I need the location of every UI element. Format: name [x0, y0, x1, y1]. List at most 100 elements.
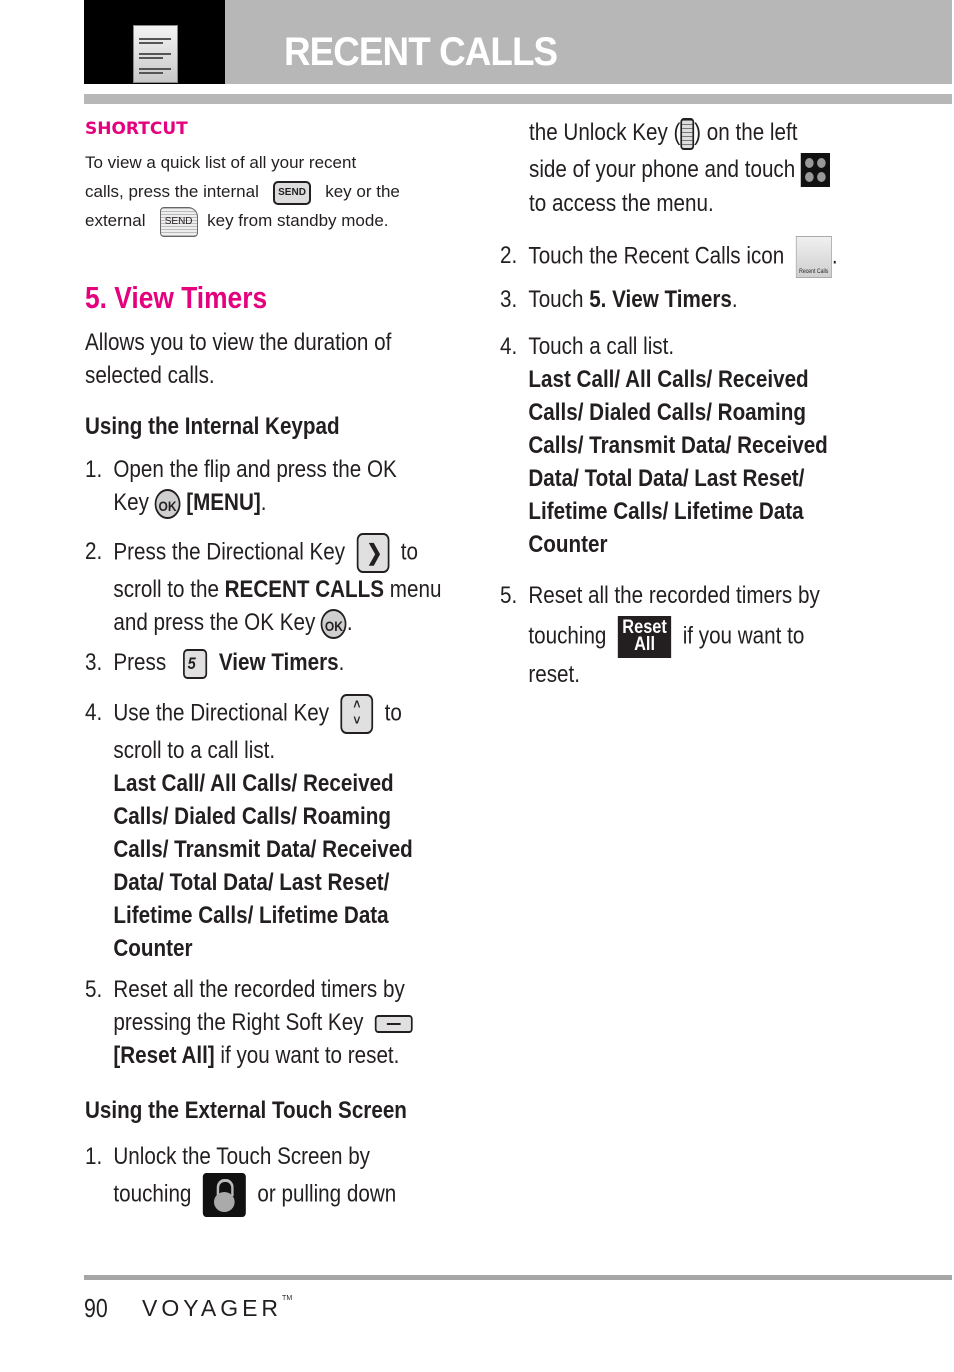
- external-step-3: 3. Touch 5. View Timers.: [500, 283, 738, 316]
- call-list-options: Lifetime Calls/ Lifetime Data: [528, 498, 804, 525]
- internal-step-5: 5. Reset all the recorded timers by press…: [85, 973, 413, 1072]
- text: scroll to the: [113, 576, 219, 603]
- step-number: 4.: [500, 333, 518, 360]
- step-number: 3.: [85, 649, 103, 676]
- brand-name: VOYAGER: [142, 1295, 283, 1321]
- text: side of your phone and touch: [529, 155, 796, 183]
- text: touching: [113, 1180, 192, 1208]
- call-list-options: Last Call/ All Calls/ Received: [113, 770, 394, 797]
- footer-divider: [84, 1275, 952, 1280]
- text: or pulling down: [257, 1180, 397, 1208]
- text: calls, press the internal: [85, 182, 259, 201]
- text: menu: [389, 576, 442, 603]
- page-title: RECENT CALLS: [284, 30, 558, 74]
- external-step-2: 2. Touch the Recent Calls icon Recent Cal…: [500, 236, 838, 278]
- text: .: [338, 649, 345, 676]
- text: Touch a call list.: [528, 333, 675, 360]
- external-step-1-part2: the Unlock Key ( ) on the left side of yo…: [529, 116, 831, 220]
- text: key or the: [325, 182, 400, 201]
- text: Key: [113, 489, 149, 516]
- step-number: 4.: [85, 699, 103, 727]
- internal-keypad-heading: Using the Internal Keypad: [85, 413, 340, 440]
- internal-send-key-icon: SEND: [273, 180, 312, 205]
- internal-step-4: 4. Use the Directional Key ˄ ˅ to scroll t…: [85, 694, 413, 965]
- call-list-options: Calls/ Dialed Calls/ Roaming: [113, 803, 391, 830]
- page-number: 90: [84, 1293, 108, 1323]
- text: pressing the Right Soft Key: [113, 1009, 364, 1036]
- text: Open the flip and press the OK: [113, 456, 397, 483]
- call-list-options: Calls/ Transmit Data/ Received: [113, 836, 413, 863]
- call-list-options: Calls/ Transmit Data/ Received: [528, 432, 828, 459]
- text: Press: [113, 649, 167, 676]
- call-list-options: Data/ Total Data/ Last Reset/: [528, 465, 805, 492]
- recent-calls-icon: Recent Calls: [795, 236, 832, 278]
- text: if you want to reset.: [220, 1042, 400, 1069]
- text: to: [384, 699, 402, 727]
- menu-label: View Timers: [218, 649, 339, 676]
- external-touch-heading: Using the External Touch Screen: [85, 1097, 407, 1124]
- header-divider: [84, 94, 952, 104]
- step-number: 1.: [85, 456, 103, 483]
- internal-step-1: 1. Open the flip and press the OK Key OK …: [85, 453, 397, 519]
- internal-step-2: 2. Press the Directional Key ❯ to scroll …: [85, 533, 441, 639]
- lock-icon: [202, 1173, 246, 1217]
- text: external: [85, 211, 146, 230]
- external-step-5: 5. Reset all the recorded timers by touch…: [500, 579, 820, 691]
- text: Reset all the recorded timers by: [113, 976, 405, 1003]
- text: scroll to a call list.: [113, 737, 276, 764]
- call-list-options: Data/ Total Data/ Last Reset/: [113, 869, 390, 896]
- trademark: TM: [282, 1295, 293, 1302]
- directional-key-updown-icon: ˄ ˅: [340, 694, 374, 734]
- step-number: 2.: [85, 538, 103, 566]
- step-number: 5.: [85, 976, 103, 1003]
- shortcut-text: To view a quick list of all your recent …: [85, 148, 455, 237]
- text: to access the menu.: [529, 190, 714, 218]
- text: Touch the Recent Calls icon: [528, 242, 785, 270]
- call-list-options: Last Call/ All Calls/ Received: [528, 366, 809, 393]
- text: touching: [528, 622, 607, 650]
- external-step-1-part1: 1. Unlock the Touch Screen by touching or…: [85, 1140, 396, 1217]
- text: and press the OK Key: [113, 609, 316, 636]
- external-send-key-icon: SEND: [159, 206, 198, 237]
- text: Use the Directional Key: [113, 699, 330, 727]
- shortcut-line: calls, press the internal SEND key or th…: [85, 177, 455, 206]
- text: Reset all the recorded timers by: [528, 582, 820, 609]
- right-soft-key-icon: [374, 1014, 413, 1033]
- internal-step-3: 3. Press 5 View Timers.: [85, 646, 344, 679]
- text: to: [400, 538, 418, 566]
- text: if you want to: [682, 622, 805, 650]
- ok-key-icon: OK: [321, 608, 347, 639]
- intro-line: Allows you to view the duration of: [85, 329, 392, 356]
- shortcut-heading: SHORTCUT: [85, 119, 188, 139]
- menu-label: [Reset All]: [113, 1042, 215, 1069]
- menu-label: [MENU]: [186, 489, 261, 516]
- text: Press the Directional Key: [113, 538, 346, 566]
- menu-label: 5. View Timers: [589, 286, 732, 313]
- shortcut-line: To view a quick list of all your recent: [85, 153, 357, 172]
- text: key from standby mode.: [207, 211, 389, 230]
- text: .: [731, 286, 738, 313]
- call-list-options: Lifetime Calls/ Lifetime Data: [113, 902, 389, 929]
- five-key-icon: 5: [183, 648, 208, 679]
- unlock-key-icon: [680, 117, 695, 150]
- brand-logo: VOYAGERTM: [142, 1295, 292, 1322]
- intro-line: selected calls.: [85, 362, 215, 389]
- call-list-options: Calls/ Dialed Calls/ Roaming: [528, 399, 806, 426]
- text: .: [260, 489, 267, 516]
- step-number: 5.: [500, 582, 518, 609]
- recent-calls-thumbnail-icon: [133, 25, 178, 83]
- text: reset.: [528, 661, 581, 688]
- text: the Unlock Key (: [529, 119, 681, 146]
- external-step-4: 4. Touch a call list. Last Call/ All Call…: [500, 330, 828, 561]
- text: Touch: [528, 286, 584, 313]
- text: ) on the left: [694, 119, 798, 146]
- menu-label: RECENT CALLS: [224, 576, 385, 603]
- step-number: 1.: [85, 1143, 103, 1170]
- shortcut-line: external SEND key from standby mode.: [85, 206, 455, 237]
- all-label: All: [634, 634, 656, 655]
- text: .: [346, 609, 353, 636]
- text: Unlock the Touch Screen by: [113, 1143, 371, 1170]
- ok-key-icon: OK: [154, 488, 181, 519]
- call-list-options: Counter: [113, 935, 193, 962]
- menu-grid-icon: [800, 153, 831, 188]
